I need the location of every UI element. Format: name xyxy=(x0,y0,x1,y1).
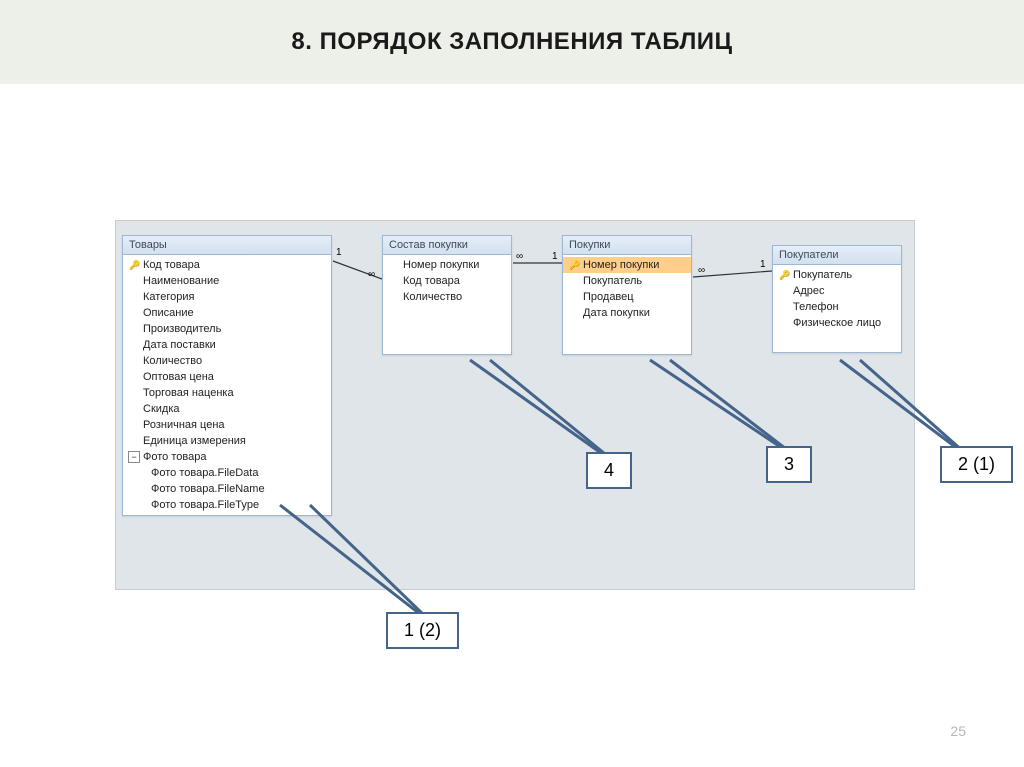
page-title: 8. ПОРЯДОК ЗАПОЛНЕНИЯ ТАБЛИЦ xyxy=(20,28,1004,56)
table-composition-header: Состав покупки xyxy=(383,236,511,255)
field-label: Фото товара xyxy=(143,450,206,464)
field-row[interactable]: Дата покупки xyxy=(563,305,691,321)
field-label: Наименование xyxy=(143,274,219,288)
field-row[interactable]: Скидка xyxy=(123,401,331,417)
field-row[interactable]: 🔑Номер покупки xyxy=(563,257,691,273)
title-bar: 8. ПОРЯДОК ЗАПОЛНЕНИЯ ТАБЛИЦ xyxy=(0,0,1024,84)
field-row[interactable]: Телефон xyxy=(773,299,901,315)
field-row[interactable]: Количество xyxy=(383,289,511,305)
field-label: Торговая наценка xyxy=(143,386,234,400)
field-row[interactable]: Фото товара.FileType xyxy=(123,497,331,513)
field-label: Описание xyxy=(143,306,194,320)
field-row[interactable]: Продавец xyxy=(563,289,691,305)
callout-3: 3 xyxy=(766,446,812,483)
field-row[interactable]: 🔑Покупатель xyxy=(773,267,901,283)
field-label: Дата покупки xyxy=(583,306,650,320)
field-row[interactable]: Фото товара.FileName xyxy=(123,481,331,497)
field-row[interactable]: Покупатель xyxy=(563,273,691,289)
field-row[interactable]: Оптовая цена xyxy=(123,369,331,385)
field-row[interactable]: Единица измерения xyxy=(123,433,331,449)
field-label: Адрес xyxy=(793,284,825,298)
table-goods-body: 🔑Код товара Наименование Категория Описа… xyxy=(123,255,331,515)
callout-1: 1 (2) xyxy=(386,612,459,649)
field-row[interactable]: Адрес xyxy=(773,283,901,299)
field-row[interactable]: Номер покупки xyxy=(383,257,511,273)
table-buyers[interactable]: Покупатели 🔑Покупатель Адрес Телефон Физ… xyxy=(772,245,902,353)
field-label: Единица измерения xyxy=(143,434,246,448)
field-row[interactable]: −Фото товара xyxy=(123,449,331,465)
table-purchases-header: Покупки xyxy=(563,236,691,255)
table-goods[interactable]: Товары 🔑Код товара Наименование Категори… xyxy=(122,235,332,516)
field-label: Покупатель xyxy=(793,268,852,282)
field-row[interactable]: 🔑Код товара xyxy=(123,257,331,273)
field-row[interactable]: Дата поставки xyxy=(123,337,331,353)
field-label: Фото товара.FileData xyxy=(151,466,258,480)
relation-inf: ∞ xyxy=(698,265,705,276)
relation-one: 1 xyxy=(336,247,342,258)
field-row[interactable]: Описание xyxy=(123,305,331,321)
collapse-icon[interactable]: − xyxy=(127,451,143,463)
field-label: Код товара xyxy=(143,258,200,272)
key-icon: 🔑 xyxy=(777,268,793,282)
key-icon: 🔑 xyxy=(567,258,583,272)
field-label: Фото товара.FileName xyxy=(151,482,265,496)
field-label: Телефон xyxy=(793,300,839,314)
relation-inf: ∞ xyxy=(368,269,375,280)
table-buyers-header: Покупатели xyxy=(773,246,901,265)
relation-one: 1 xyxy=(760,259,766,270)
field-row[interactable]: Количество xyxy=(123,353,331,369)
field-label: Продавец xyxy=(583,290,634,304)
field-label: Номер покупки xyxy=(403,258,479,272)
table-composition[interactable]: Состав покупки Номер покупки Код товара … xyxy=(382,235,512,355)
callout-4: 4 xyxy=(586,452,632,489)
relation-one: 1 xyxy=(552,251,558,262)
field-label: Производитель xyxy=(143,322,221,336)
field-label: Физическое лицо xyxy=(793,316,881,330)
field-row[interactable]: Код товара xyxy=(383,273,511,289)
field-label: Розничная цена xyxy=(143,418,225,432)
field-label: Количество xyxy=(403,290,462,304)
field-row[interactable]: Физическое лицо xyxy=(773,315,901,331)
field-row[interactable]: Категория xyxy=(123,289,331,305)
field-label: Номер покупки xyxy=(583,258,659,272)
relation-inf: ∞ xyxy=(516,251,523,262)
slide-number: 25 xyxy=(950,723,966,739)
field-label: Дата поставки xyxy=(143,338,216,352)
field-label: Количество xyxy=(143,354,202,368)
field-row[interactable]: Розничная цена xyxy=(123,417,331,433)
field-row[interactable]: Фото товара.FileData xyxy=(123,465,331,481)
field-label: Покупатель xyxy=(583,274,642,288)
field-label: Оптовая цена xyxy=(143,370,214,384)
field-label: Код товара xyxy=(403,274,460,288)
table-goods-header: Товары xyxy=(123,236,331,255)
key-icon: 🔑 xyxy=(127,258,143,272)
table-purchases-body: 🔑Номер покупки Покупатель Продавец Дата … xyxy=(563,255,691,323)
callout-2: 2 (1) xyxy=(940,446,1013,483)
table-purchases[interactable]: Покупки 🔑Номер покупки Покупатель Продав… xyxy=(562,235,692,355)
field-label: Категория xyxy=(143,290,194,304)
field-row[interactable]: Наименование xyxy=(123,273,331,289)
table-buyers-body: 🔑Покупатель Адрес Телефон Физическое лиц… xyxy=(773,265,901,333)
field-row[interactable]: Производитель xyxy=(123,321,331,337)
field-label: Фото товара.FileType xyxy=(151,498,259,512)
field-label: Скидка xyxy=(143,402,180,416)
table-composition-body: Номер покупки Код товара Количество xyxy=(383,255,511,307)
relationship-diagram: Товары 🔑Код товара Наименование Категори… xyxy=(115,220,915,590)
field-row[interactable]: Торговая наценка xyxy=(123,385,331,401)
